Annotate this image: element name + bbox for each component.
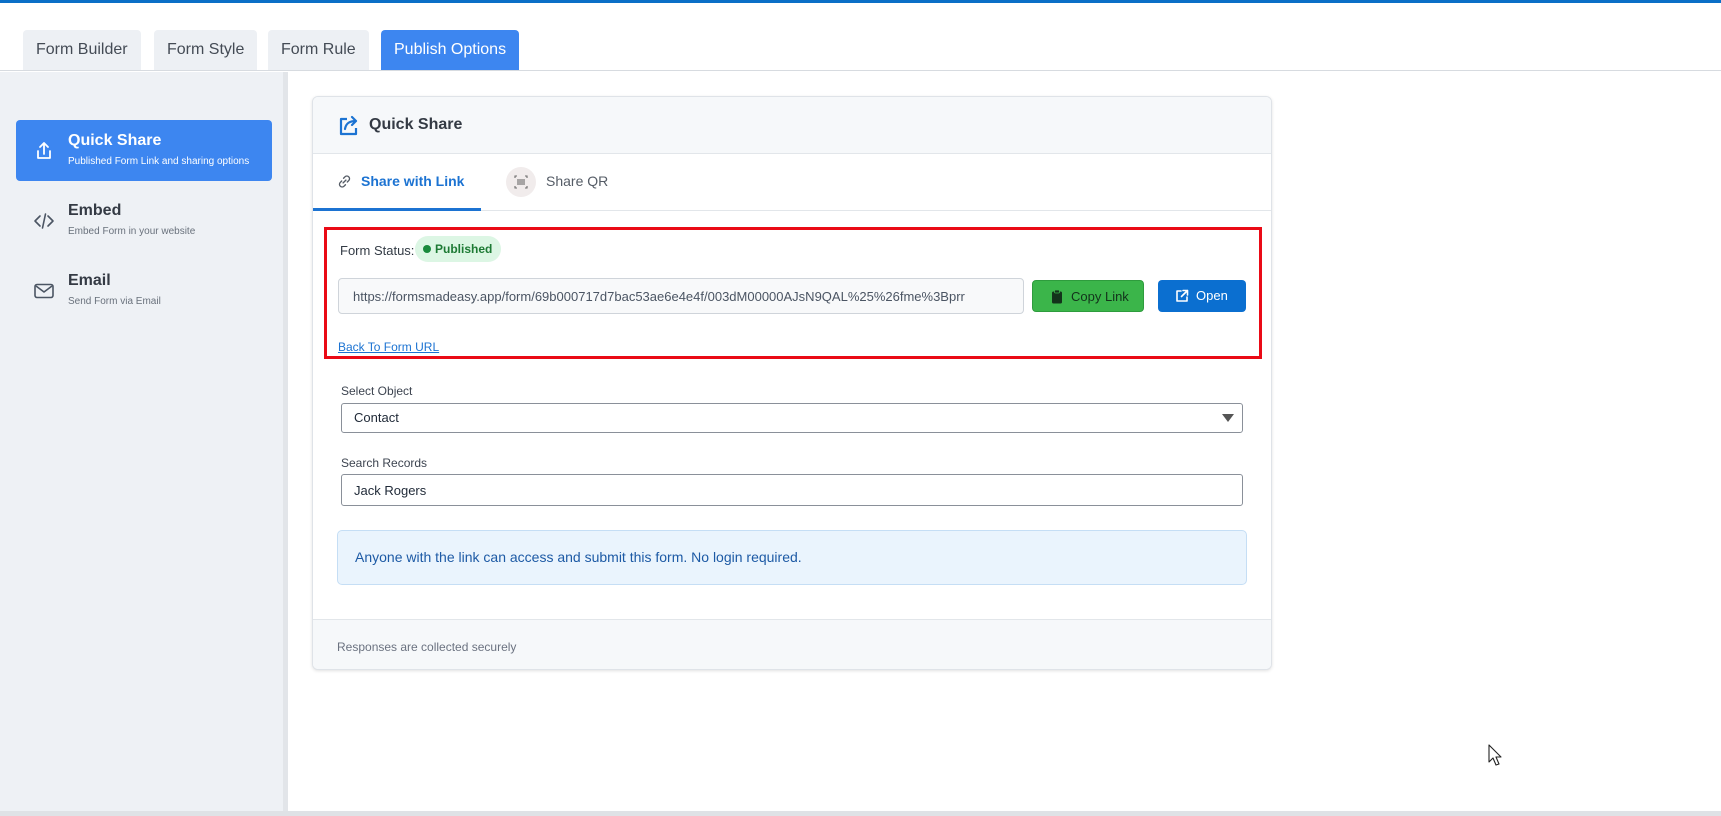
tab-publish-options[interactable]: Publish Options (381, 30, 520, 70)
sidebar-item-title: Quick Share (68, 132, 162, 149)
code-icon (34, 213, 54, 229)
tab-share-qr[interactable]: Share QR (506, 154, 608, 211)
sidebar-item-subtitle: Send Form via Email (68, 296, 161, 307)
envelope-icon (34, 283, 54, 299)
tab-form-rule[interactable]: Form Rule (268, 30, 369, 70)
search-records-label: Search Records (341, 456, 428, 470)
share-box-icon (339, 115, 358, 136)
external-link-icon (1176, 289, 1189, 302)
sidebar-item-subtitle: Published Form Link and sharing options (68, 156, 250, 167)
mouse-pointer-icon (1488, 744, 1502, 766)
status-dot (423, 245, 431, 253)
open-button[interactable]: Open (1158, 280, 1246, 312)
tab-label: Share QR (546, 173, 609, 189)
status-badge-text: Published (435, 242, 493, 256)
share-upload-icon (37, 142, 51, 159)
sidebar-item-title: Embed (68, 202, 122, 219)
quick-share-card: Quick Share Share with Link Share QR For… (312, 96, 1272, 670)
tab-form-style[interactable]: Form Style (154, 30, 258, 70)
status-badge: Published (415, 236, 502, 262)
main-tab-bar: Form Builder Form Style Form Rule Publis… (0, 3, 1721, 71)
info-alert: Anyone with the link can access and subm… (337, 530, 1247, 585)
footer-text: Responses are collected securely (337, 640, 517, 654)
card-footer: Responses are collected securely (313, 619, 1271, 669)
select-object-value: Contact (354, 410, 399, 425)
select-object-label: Select Object (341, 384, 413, 398)
sidebar-item-subtitle: Embed Form in your website (68, 226, 196, 237)
copy-link-label: Copy Link (1071, 289, 1129, 304)
form-status-label: Form Status: (340, 243, 415, 258)
tab-share-with-link[interactable]: Share with Link (313, 154, 481, 211)
card-header: Quick Share (313, 97, 1271, 154)
sidebar-item-embed[interactable]: Embed Embed Form in your website (16, 190, 272, 251)
back-to-form-url-link[interactable]: Back To Form URL (338, 340, 439, 354)
search-records-input[interactable] (341, 474, 1243, 506)
form-url-field[interactable] (338, 278, 1024, 314)
card-title: Quick Share (369, 116, 463, 133)
publish-sidebar: Quick Share Published Form Link and shar… (0, 72, 288, 812)
clipboard-icon (1052, 289, 1062, 304)
bottom-scrollbar[interactable] (0, 811, 1721, 816)
form-url-highlight: Form Status: Published Copy Link Open Ba… (324, 227, 1262, 359)
link-icon (338, 175, 351, 188)
chevron-down-icon (1222, 414, 1234, 422)
open-label: Open (1196, 288, 1228, 303)
qr-code-icon (506, 167, 536, 197)
sidebar-item-title: Email (68, 272, 111, 289)
tab-label: Share with Link (361, 173, 465, 189)
select-object-dropdown[interactable]: Contact (341, 403, 1243, 433)
copy-link-button[interactable]: Copy Link (1032, 280, 1144, 312)
sidebar-item-quick-share[interactable]: Quick Share Published Form Link and shar… (16, 120, 272, 181)
share-subtabs: Share with Link Share QR (313, 154, 1271, 211)
tab-form-builder[interactable]: Form Builder (23, 30, 141, 70)
sidebar-item-email[interactable]: Email Send Form via Email (16, 260, 272, 321)
